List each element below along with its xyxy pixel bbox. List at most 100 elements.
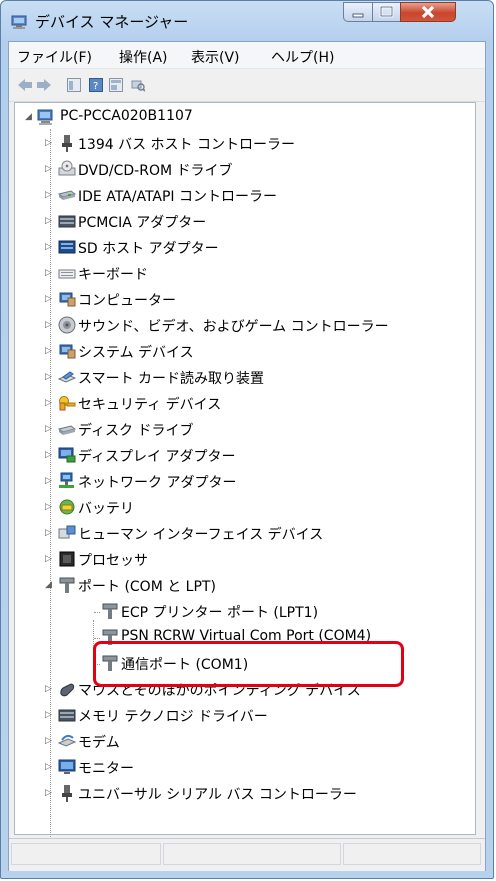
computer-icon <box>37 109 53 125</box>
tree-item-pcmcia[interactable]: ▷ PCMCIA アダプター <box>15 211 455 233</box>
tree-item-keyboard[interactable]: ▷ キーボード <box>15 263 455 285</box>
tree-item-label: コンピューター <box>78 293 176 309</box>
tree-item-label: ネットワーク アダプター <box>78 475 237 491</box>
expand-arrow-icon[interactable]: ▷ <box>45 345 55 357</box>
expand-arrow-icon[interactable]: ▷ <box>45 449 55 461</box>
close-icon <box>421 5 435 19</box>
tree-root-label: PC-PCCA020B1107 <box>60 108 193 124</box>
ide-controller-icon <box>58 190 76 200</box>
tree-subitem-ecp[interactable]: ECP プリンター ポート (LPT1) <box>15 601 455 623</box>
collapse-arrow-icon[interactable]: ◢ <box>45 579 55 591</box>
tree-item-label: システム デバイス <box>78 345 194 361</box>
expand-arrow-icon[interactable]: ▷ <box>45 163 55 175</box>
tree-item-monitor[interactable]: ▷ モニター <box>15 757 455 779</box>
tree-item-sd[interactable]: ▷ SD ホスト アダプター <box>15 237 455 259</box>
expand-arrow-icon[interactable]: ▷ <box>45 475 55 487</box>
expand-arrow-icon[interactable]: ▷ <box>45 501 55 513</box>
tree-item-usb[interactable]: ▷ ユニバーサル シリアル バス コントローラー <box>15 783 455 805</box>
expand-arrow-icon[interactable]: ▷ <box>45 189 55 201</box>
tree-item-label: ヒューマン インターフェイス デバイス <box>78 527 324 543</box>
expand-arrow-icon[interactable]: ▷ <box>45 683 55 695</box>
menu-help[interactable]: ヘルプ(H) <box>271 47 334 67</box>
expand-arrow-icon[interactable]: ▷ <box>45 397 55 409</box>
tree-item-battery[interactable]: ▷ バッテリ <box>15 497 455 519</box>
expand-arrow-icon[interactable]: ▷ <box>45 137 55 149</box>
status-cell <box>343 843 481 865</box>
status-cell <box>163 843 341 865</box>
expand-arrow-icon[interactable]: ▷ <box>45 293 55 305</box>
display-adapter-icon <box>58 447 76 463</box>
tree-root[interactable]: ◢ PC-PCCA020B1107 <box>15 107 455 129</box>
tree-item-sound[interactable]: ▷ サウンド、ビデオ、およびゲーム コントローラー <box>15 315 455 337</box>
menu-view[interactable]: 表示(V) <box>191 47 240 67</box>
expand-arrow-icon[interactable]: ▷ <box>45 267 55 279</box>
tree-item-hid[interactable]: ▷ ヒューマン インターフェイス デバイス <box>15 523 455 545</box>
console-tree-icon[interactable] <box>67 78 81 92</box>
tree-item-label: キーボード <box>78 267 148 283</box>
system-device-icon <box>59 344 76 359</box>
title-bar[interactable]: デバイス マネージャー <box>1 1 493 41</box>
maximize-icon <box>379 5 394 18</box>
expand-arrow-icon[interactable]: ▷ <box>45 735 55 747</box>
status-cell <box>11 843 161 865</box>
collapse-arrow-icon[interactable]: ◢ <box>25 111 35 123</box>
tree-item-label: モデム <box>78 735 120 751</box>
scan-hardware-icon[interactable] <box>131 78 145 92</box>
tree-item-modem[interactable]: ▷ モデム <box>15 731 455 753</box>
menu-file[interactable]: ファイル(F) <box>17 47 92 67</box>
minimize-icon <box>352 13 364 18</box>
expand-arrow-icon[interactable]: ▷ <box>45 761 55 773</box>
properties-icon[interactable] <box>109 78 123 92</box>
tree-subitem-label: ECP プリンター ポート (LPT1) <box>121 605 319 621</box>
tree-item-display[interactable]: ▷ ディスプレイ アダプター <box>15 445 455 467</box>
port-icon <box>102 603 118 619</box>
forward-icon[interactable] <box>36 78 52 92</box>
tree-item-disk[interactable]: ▷ ディスク ドライブ <box>15 419 455 441</box>
tree-item-ide[interactable]: ▷ IDE ATA/ATAPI コントローラー <box>15 185 455 207</box>
processor-icon <box>59 551 75 567</box>
expand-arrow-icon[interactable]: ▷ <box>45 241 55 253</box>
tree-item-label: DVD/CD-ROM ドライブ <box>78 163 233 179</box>
expand-arrow-icon[interactable]: ▷ <box>45 215 55 227</box>
tree-item-label: IDE ATA/ATAPI コントローラー <box>78 189 278 205</box>
device-tree[interactable]: ◢ PC-PCCA020B1107 ▷ 1394 バス ホスト コントローラー … <box>14 102 476 845</box>
tree-connector <box>94 638 100 639</box>
hid-icon <box>58 525 76 539</box>
tree-item-label: SD ホスト アダプター <box>78 241 219 257</box>
window-title: デバイス マネージャー <box>35 13 189 31</box>
tree-item-label: バッテリ <box>78 501 134 517</box>
menu-action[interactable]: 操作(A) <box>119 47 168 67</box>
expand-arrow-icon[interactable]: ▷ <box>45 371 55 383</box>
close-button[interactable] <box>400 2 456 22</box>
tree-item-ports[interactable]: ◢ ポート (COM と LPT) <box>15 575 455 597</box>
tree-item-network[interactable]: ▷ ネットワーク アダプター <box>15 471 455 493</box>
expand-arrow-icon[interactable]: ▷ <box>45 527 55 539</box>
tree-item-label: モニター <box>78 761 134 777</box>
tree-item-processor[interactable]: ▷ プロセッサ <box>15 549 455 571</box>
expand-arrow-icon[interactable]: ▷ <box>45 319 55 331</box>
device-manager-window: デバイス マネージャー ファイル(F) 操作(A) 表示(V) ヘルプ(H) ? <box>0 0 494 879</box>
tree-item-memory[interactable]: ▷ メモリ テクノロジ ドライバー <box>15 705 455 727</box>
tree-item-1394[interactable]: ▷ 1394 バス ホスト コントローラー <box>15 133 455 155</box>
expand-arrow-icon[interactable]: ▷ <box>45 423 55 435</box>
pcmcia-adapter-icon <box>58 215 76 228</box>
tree-item-security[interactable]: ▷ セキュリティ デバイス <box>15 393 455 415</box>
expand-arrow-icon[interactable]: ▷ <box>45 553 55 565</box>
tree-item-label: サウンド、ビデオ、およびゲーム コントローラー <box>78 319 389 335</box>
minimize-button[interactable] <box>343 2 373 22</box>
tree-item-label: 1394 バス ホスト コントローラー <box>78 137 295 153</box>
maximize-button[interactable] <box>372 2 401 22</box>
back-icon[interactable] <box>17 78 33 92</box>
tree-item-dvd[interactable]: ▷ DVD/CD-ROM ドライブ <box>15 159 455 181</box>
expand-arrow-icon[interactable]: ▷ <box>45 709 55 721</box>
mouse-icon <box>60 683 75 697</box>
keyboard-icon <box>58 269 76 279</box>
tree-item-computer[interactable]: ▷ コンピューター <box>15 289 455 311</box>
tree-item-smartcard[interactable]: ▷ スマート カード読み取り装置 <box>15 367 455 389</box>
tree-item-system[interactable]: ▷ システム デバイス <box>15 341 455 363</box>
status-bar <box>9 838 485 871</box>
expand-arrow-icon[interactable]: ▷ <box>45 787 55 799</box>
menu-bar: ファイル(F) 操作(A) 表示(V) ヘルプ(H) <box>9 42 485 69</box>
help-icon[interactable]: ? <box>89 78 103 92</box>
sd-host-adapter-icon <box>58 240 76 254</box>
